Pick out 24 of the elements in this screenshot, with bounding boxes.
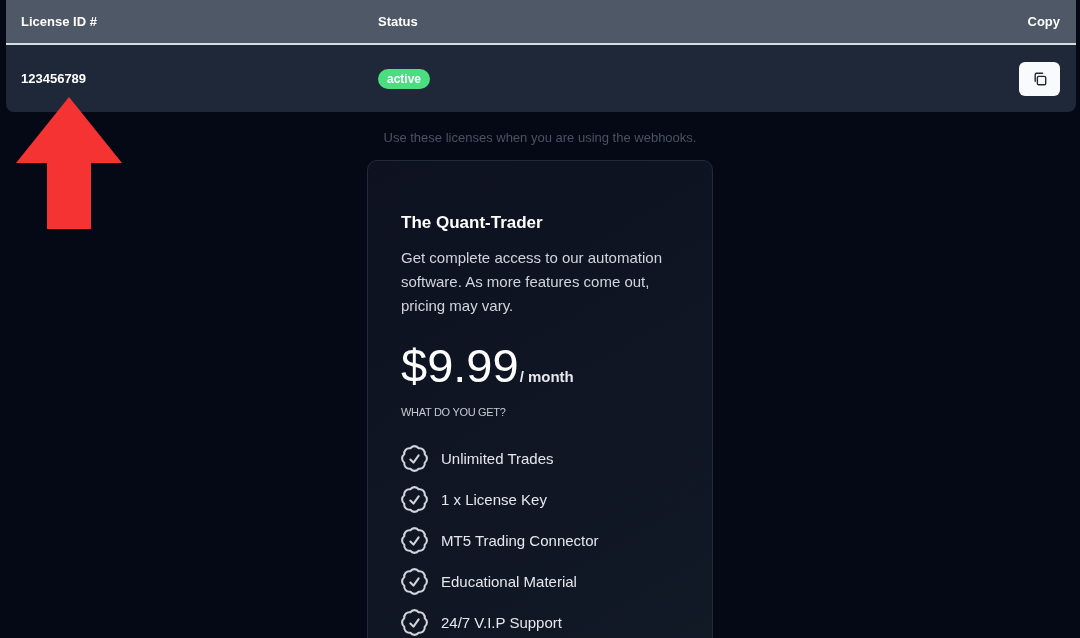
- feature-text: 24/7 V.I.P Support: [441, 614, 562, 631]
- column-header: Copy: [1027, 14, 1060, 29]
- plan-description: Get complete access to our automation software. As more features come out, pricing may vary.: [401, 248, 663, 316]
- note-text: Use these licenses when you are using the webhooks.: [382, 130, 698, 146]
- features-heading: WHAT DO YOU GET?: [401, 405, 507, 419]
- license-id: 123456789: [21, 71, 88, 86]
- status-pill: active: [378, 68, 431, 89]
- feature-text: MT5 Trading Connector: [441, 532, 599, 549]
- check-badge-icon: [401, 527, 428, 554]
- plan-title: The Quant-Trader: [401, 212, 544, 234]
- column-header: License ID #: [21, 14, 98, 29]
- check-badge-icon: [401, 568, 428, 595]
- copy-button[interactable]: [1019, 61, 1060, 96]
- check-badge-icon: [401, 445, 428, 472]
- price-period: / month: [519, 368, 574, 385]
- feature-text: Educational Material: [441, 573, 577, 590]
- check-badge-icon: [401, 609, 428, 636]
- column-header: Status: [378, 14, 419, 29]
- up-arrow-icon: [16, 97, 122, 229]
- check-badge-icon: [401, 486, 428, 513]
- plan-price: $9.99: [401, 343, 519, 389]
- feature-text: 1 x License Key: [441, 491, 547, 508]
- copy-icon: [1032, 71, 1047, 86]
- feature-text: Unlimited Trades: [441, 450, 554, 467]
